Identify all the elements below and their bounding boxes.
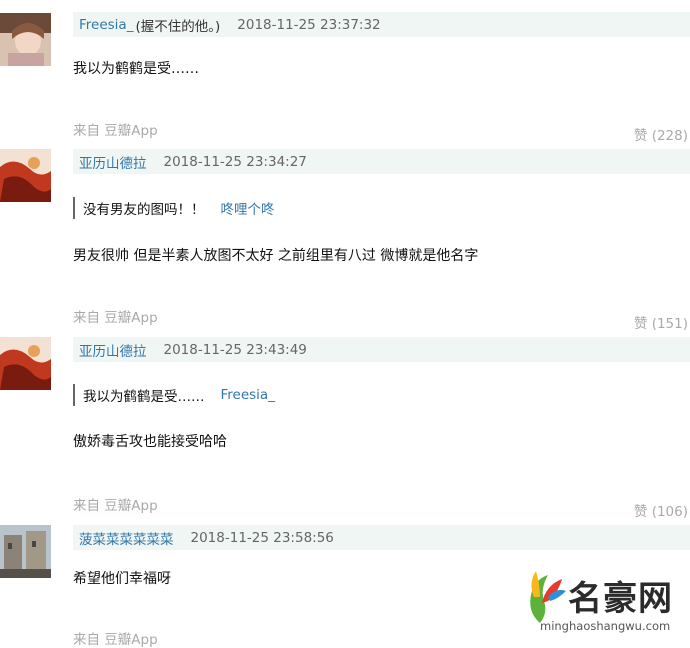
quoted-author-link[interactable]: 咚哩个咚 (221, 198, 275, 218)
like-button[interactable]: 赞 (228) (634, 124, 688, 144)
comment-time: 2018-11-25 23:43:49 (163, 341, 307, 358)
comment-source: 来自 豆瓣App (73, 310, 158, 326)
site-watermark: 名豪网 minghaoshangwu.com (518, 565, 690, 641)
comment-time: 2018-11-25 23:34:27 (163, 153, 307, 170)
comment-source: 来自 豆瓣App (73, 498, 158, 514)
avatar[interactable] (0, 337, 51, 390)
username-link[interactable]: 菠菜菜菜菜菜菜 (79, 528, 174, 548)
avatar[interactable] (0, 149, 51, 202)
watermark-url: minghaoshangwu.com (540, 619, 671, 633)
avatar[interactable] (0, 13, 51, 66)
user-signature: (握不住的他。) (135, 18, 221, 35)
like-button[interactable]: 赞 (106) (634, 500, 688, 520)
comment-meta: Freesia_ (握不住的他。) 2018-11-25 23:37:32 (73, 12, 690, 37)
comment-meta: 亚历山德拉 2018-11-25 23:43:49 (73, 337, 690, 362)
quoted-author-link[interactable]: Freesia_ (221, 387, 275, 403)
quoted-reply: 没有男友的图吗！！ 咚哩个咚 (73, 197, 275, 219)
comment-text: 男友很帅 但是半素人放图不太好 之前组里有八过 微博就是他名字 (73, 248, 479, 264)
like-button[interactable]: 赞 (151) (634, 312, 688, 332)
quoted-reply: 我以为鹤鹤是受…… Freesia_ (73, 384, 275, 406)
quoted-text: 没有男友的图吗！！ (83, 202, 205, 218)
username-link[interactable]: Freesia_ (79, 17, 133, 33)
username-link[interactable]: 亚历山德拉 (79, 340, 147, 360)
comment-text: 我以为鹤鹤是受…… (73, 61, 199, 77)
avatar[interactable] (0, 525, 51, 578)
comment-source: 来自 豆瓣App (73, 123, 158, 139)
quoted-text: 我以为鹤鹤是受…… (83, 389, 205, 405)
watermark-name: 名豪网 (568, 579, 673, 619)
comment-meta: 亚历山德拉 2018-11-25 23:34:27 (73, 149, 690, 174)
comment-time: 2018-11-25 23:37:32 (237, 16, 381, 33)
comment-source: 来自 豆瓣App (73, 632, 158, 648)
comment-text: 傲娇毒舌攻也能接受哈哈 (73, 434, 227, 450)
comment-meta: 菠菜菜菜菜菜菜 2018-11-25 23:58:56 (73, 525, 690, 550)
username-link[interactable]: 亚历山德拉 (79, 152, 147, 172)
comment-time: 2018-11-25 23:58:56 (190, 529, 334, 546)
watermark-logo-icon (530, 571, 566, 623)
comment-text: 希望他们幸福呀 (73, 571, 171, 587)
